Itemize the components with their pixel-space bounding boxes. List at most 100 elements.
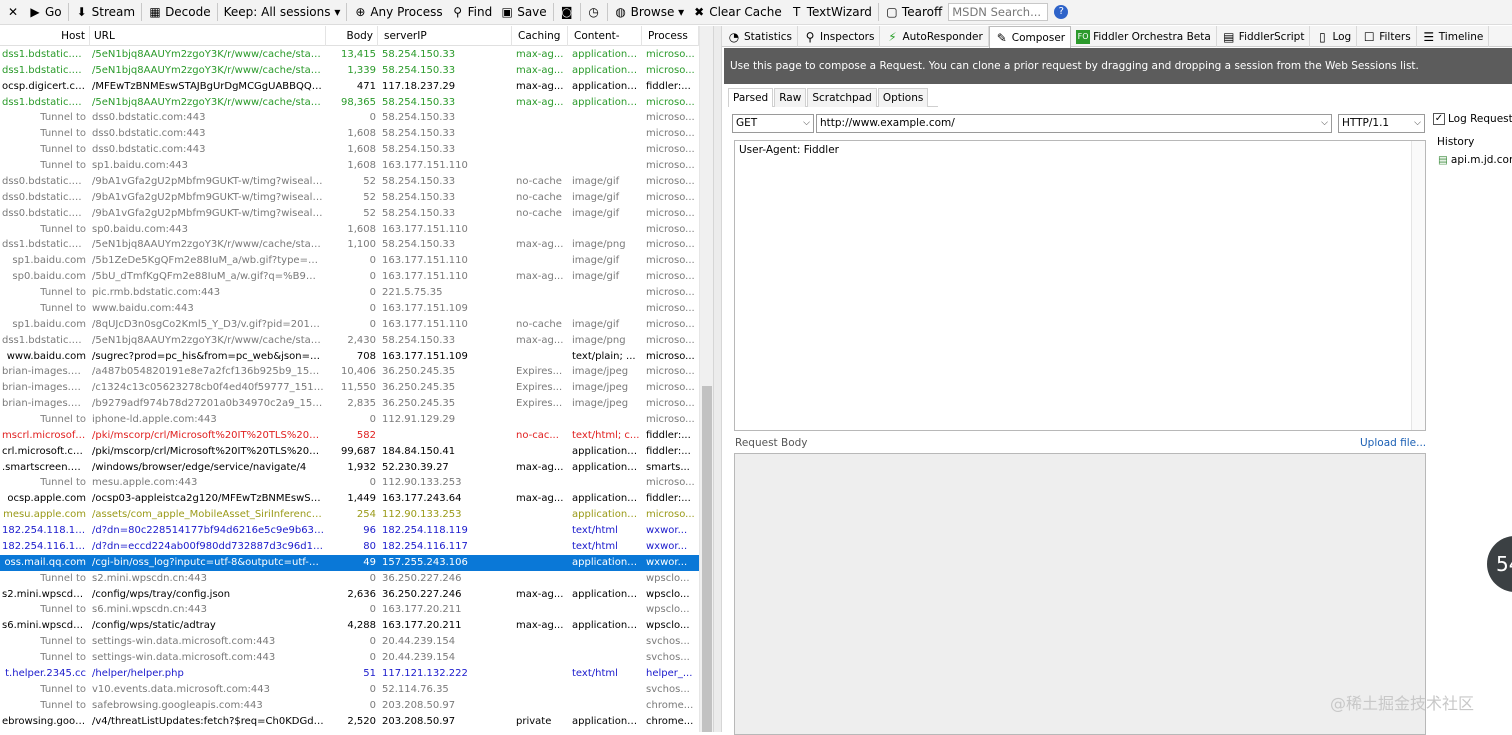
find-button[interactable]: ⚲ Find — [447, 1, 497, 24]
table-row[interactable]: s2.mini.wpscdn.cn/config/wps/tray/config… — [0, 587, 699, 603]
cell-host: Tunnel to — [40, 572, 86, 584]
clear-cache-button[interactable]: ✖ Clear Cache — [688, 1, 786, 24]
screenshot-button[interactable]: ◙ — [556, 1, 578, 24]
column-header-url[interactable]: URL — [90, 26, 326, 46]
table-row[interactable]: dss1.bdstatic.com/5eN1bjq8AAUYm2zgoY3K/r… — [0, 333, 699, 349]
table-row[interactable]: Tunnel to mesu.apple.com:443 0 112.90.133.2… — [0, 475, 699, 491]
table-row[interactable]: sp1.baidu.com/8qUJcD3n0sgCo2Kml5_Y_D3/v.… — [0, 317, 699, 333]
request-body-editor[interactable] — [734, 453, 1426, 735]
column-header-contenttype[interactable]: Content-Type — [570, 26, 642, 46]
headers-scrollbar[interactable] — [1411, 141, 1425, 430]
column-header-body[interactable]: Body — [326, 26, 378, 46]
msdn-search-input[interactable]: MSDN Search... — [948, 3, 1049, 21]
tab-inspectors[interactable]: ⚲ Inspectors — [798, 26, 881, 47]
table-row[interactable]: .smartscreen.mi... /windows/browser/edge/… — [0, 460, 699, 476]
browse-button[interactable]: ◍ Browse ▾ — [610, 1, 689, 24]
table-row[interactable]: 182.254.116.117/d?dn=eccd224ab00f980dd73… — [0, 539, 699, 555]
any-process-icon: ⊕ — [355, 5, 366, 19]
tab-timeline[interactable]: ☰ Timeline — [1417, 26, 1490, 47]
table-row[interactable]: crl.microsoft.com/pki/mscorp/crl/Microso… — [0, 444, 699, 460]
table-row[interactable]: mesu.apple.com/assets/com_apple_MobileAs… — [0, 507, 699, 523]
table-row[interactable]: Tunnel to s2.mini.wpscdn.cn:443 0 36.250.22… — [0, 571, 699, 587]
cell-ctype: application/... — [572, 49, 641, 60]
table-row[interactable]: oss.mail.qq.com/cgi-bin/oss_log?inputc=u… — [0, 554, 699, 571]
decode-button-label: Decode — [165, 5, 211, 19]
table-row[interactable]: Tunnel to pic.rmb.bdstatic.com:443 0 221.5.… — [0, 285, 699, 301]
table-row[interactable]: s6.mini.wpscdn.cn/config/wps/static/adtr… — [0, 618, 699, 634]
table-row[interactable]: dss1.bdstatic.com/5eN1bjq8AAUYm2zgoY3K/r… — [0, 237, 699, 253]
table-row[interactable]: Tunnel to iphone-ld.apple.com:443 0 112.91.… — [0, 412, 699, 428]
history-item[interactable]: ▤api.m.jd.com, — [1438, 154, 1512, 166]
sessions-scrollbar[interactable] — [699, 26, 713, 732]
table-row[interactable]: dss1.bdstatic.com/5eN1bjq8AAUYm2zgoY3K/r… — [0, 95, 699, 111]
tab-fiddlerscript[interactable]: ▤ FiddlerScript — [1217, 26, 1311, 47]
replay-x-button[interactable]: ✕ — [2, 1, 24, 24]
keep-sessions-dropdown[interactable]: Keep: All sessions ▾ — [220, 1, 345, 24]
subtab-options[interactable]: Options — [877, 88, 929, 107]
subtab-scratchpad[interactable]: Scratchpad — [807, 88, 877, 107]
table-row[interactable]: ocsp.apple.com/ocsp03-appleistca2g120/MF… — [0, 491, 699, 507]
table-row[interactable]: dss1.bdstatic.com/5eN1bjq8AAUYm2zgoY3K/r… — [0, 63, 699, 79]
checkbox-box[interactable]: ✓ — [1433, 113, 1445, 125]
panel-splitter[interactable] — [713, 26, 722, 732]
table-row[interactable]: dss0.bdstatic.com/9bA1vGfa2gU2pMbfm9GUKT… — [0, 174, 699, 190]
upload-file-link[interactable]: Upload file... — [1360, 437, 1426, 449]
tab-autoresponder[interactable]: ⚡ AutoResponder — [880, 26, 989, 47]
table-row[interactable]: Tunnel to settings-win.data.microsoft.com… — [0, 650, 699, 666]
table-row[interactable]: Tunnel to www.baidu.com:443 0 163.177.151.1… — [0, 301, 699, 317]
cell-host: Tunnel to — [40, 636, 86, 648]
table-row[interactable]: Tunnel to dss0.bdstatic.com:443 0 58.254.15… — [0, 110, 699, 126]
subtab-parsed[interactable]: Parsed — [728, 88, 774, 107]
table-row[interactable]: Tunnel to sp1.baidu.com:443 1,608 163.177.1… — [0, 158, 699, 174]
table-row[interactable]: Tunnel to safebrowsing.googleapis.com:443… — [0, 698, 699, 714]
table-row[interactable]: 182.254.118.119/d?dn=80c228514177bf94d62… — [0, 523, 699, 539]
save-button[interactable]: ▣ Save — [496, 1, 550, 24]
table-row[interactable]: sp0.baidu.com/5bU_dTmfKgQFm2e88IuM_a/w.g… — [0, 269, 699, 285]
timer-button[interactable]: ◷ — [583, 1, 605, 24]
scrollbar-thumb[interactable] — [702, 386, 712, 732]
http-version-select[interactable]: HTTP/1.1 ⌵ — [1338, 114, 1425, 133]
table-row[interactable]: dss1.bdstatic.com/5eN1bjq8AAUYm2zgoY3K/r… — [0, 47, 699, 63]
url-input[interactable]: http://www.example.com/ ⌵ — [816, 114, 1332, 133]
table-row[interactable]: Tunnel to dss0.bdstatic.com:443 1,608 58.25… — [0, 126, 699, 142]
column-header-caching[interactable]: Caching — [514, 26, 568, 46]
table-row[interactable]: www.baidu.com/sugrec?prod=pc_his&from=pc… — [0, 349, 699, 365]
table-row[interactable]: brian-images.cd... /c1324c13c05623278cb0f… — [0, 380, 699, 396]
table-row[interactable]: dss0.bdstatic.com/9bA1vGfa2gU2pMbfm9GUKT… — [0, 190, 699, 206]
tab-fiddler-orchestra[interactable]: FO Fiddler Orchestra Beta — [1071, 26, 1217, 47]
table-row[interactable]: Tunnel to v10.events.data.microsoft.com:4… — [0, 682, 699, 698]
tab-log[interactable]: ▯ Log — [1310, 26, 1358, 47]
textwizard-button[interactable]: T TextWizard — [786, 1, 876, 24]
cell-process: microso... — [646, 477, 695, 489]
tearoff-button[interactable]: ▢ Tearoff — [881, 1, 946, 24]
cell-body: 1,608 — [347, 128, 376, 140]
table-row[interactable]: Tunnel to settings-win.data.microsoft.com… — [0, 634, 699, 650]
log-requests-checkbox[interactable]: ✓ Log Requests — [1433, 113, 1512, 125]
table-row[interactable]: brian-images.cd... /b9279adf974b78d27201a… — [0, 396, 699, 412]
method-select[interactable]: GET ⌵ — [732, 114, 814, 133]
table-row[interactable]: Tunnel to sp0.baidu.com:443 1,608 163.177.1… — [0, 222, 699, 238]
any-process-button[interactable]: ⊕ Any Process — [349, 1, 446, 24]
table-row[interactable]: ebrowsing.googl... /v4/threatListUpdates:… — [0, 714, 699, 730]
column-header-host[interactable]: Host — [0, 26, 90, 46]
column-header-process[interactable]: Process — [644, 26, 699, 46]
go-button[interactable]: ▶ Go — [24, 1, 66, 24]
table-row[interactable]: brian-images.cd... /a487b054820191e8e7a2f… — [0, 364, 699, 380]
table-row[interactable]: mscrl.microsoft.com/pki/mscorp/crl/Micro… — [0, 428, 699, 444]
column-header-serverip[interactable]: serverIP — [380, 26, 512, 46]
help-icon[interactable]: ? — [1054, 5, 1069, 19]
table-row[interactable]: ocsp.digicert.com/MFEwTzBNMEswSTAJBgUrDg… — [0, 79, 699, 95]
stream-button[interactable]: ⬇ Stream — [71, 1, 139, 24]
tab-statistics[interactable]: ◔ Statistics — [722, 26, 798, 47]
request-headers-editor[interactable]: User-Agent: Fiddler — [734, 140, 1426, 431]
table-row[interactable]: sp1.baidu.com/5b1ZeDe5KgQFm2e88IuM_a/wb.… — [0, 253, 699, 269]
tab-composer[interactable]: ✎ Composer — [988, 26, 1072, 48]
table-row[interactable]: Tunnel to s6.mini.wpscdn.cn:443 0 163.177.2… — [0, 602, 699, 618]
decode-button[interactable]: ▦ Decode — [144, 1, 215, 24]
table-row[interactable]: Tunnel to dss0.bdstatic.com:443 1,608 58.25… — [0, 142, 699, 158]
subtab-raw[interactable]: Raw — [774, 88, 807, 107]
table-row[interactable]: t.helper.2345.cc/helper/helper.php 51 117.… — [0, 666, 699, 682]
cell-ctype — [570, 634, 642, 650]
tab-filters[interactable]: ☐ Filters — [1357, 26, 1417, 47]
table-row[interactable]: dss0.bdstatic.com/9bA1vGfa2gU2pMbfm9GUKT… — [0, 206, 699, 222]
